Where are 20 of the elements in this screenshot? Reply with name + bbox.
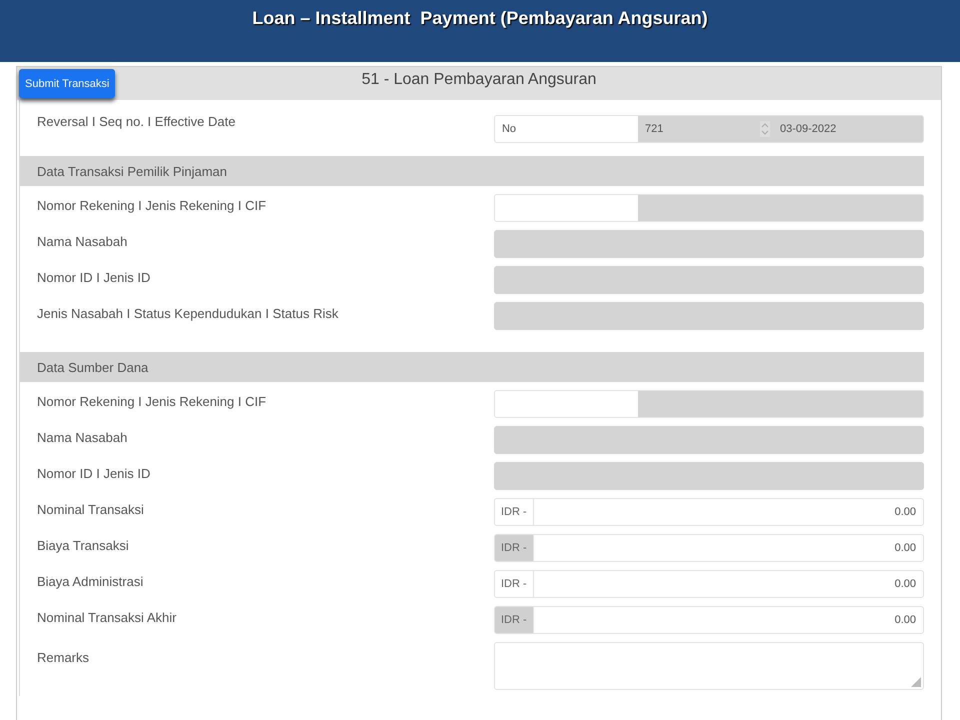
field-label: Nomor Rekening I Jenis Rekening I CIF <box>37 393 268 409</box>
field-label: Nomor ID I Jenis ID <box>37 269 152 285</box>
field-label: Reversal I Seq no. I Effective Date <box>37 113 236 129</box>
field-label: Biaya Administrasi <box>37 573 144 589</box>
slide-title: Loan – Installment Payment (Pembayaran Angsuran) <box>252 8 708 30</box>
field-label: Nomor ID I Jenis ID <box>37 465 152 481</box>
remarks-field[interactable] <box>494 642 924 690</box>
field-label: Nominal Transaksi Akhir <box>37 609 178 625</box>
resize-grip-icon[interactable] <box>911 677 921 687</box>
field-label: Nomor Rekening I Jenis Rekening I CIF <box>37 197 268 213</box>
field-label: Jenis Nasabah I Status Kependudukan I Status Risk <box>37 305 340 321</box>
field-label: Nominal Transaksi <box>37 501 145 517</box>
form-title: 51 - Loan Pembayaran Angsuran <box>362 71 596 89</box>
field-label: Remarks <box>37 649 90 665</box>
field-label: Biaya Transaksi <box>37 537 130 553</box>
submit-button[interactable]: Submit Transaksi <box>19 69 116 98</box>
section-title: Data Sumber Dana <box>37 360 148 374</box>
section-title: Data Transaksi Pemilik Pinjaman <box>37 164 228 178</box>
field-label: Nama Nasabah <box>37 429 128 445</box>
field-label: Nama Nasabah <box>37 233 128 249</box>
